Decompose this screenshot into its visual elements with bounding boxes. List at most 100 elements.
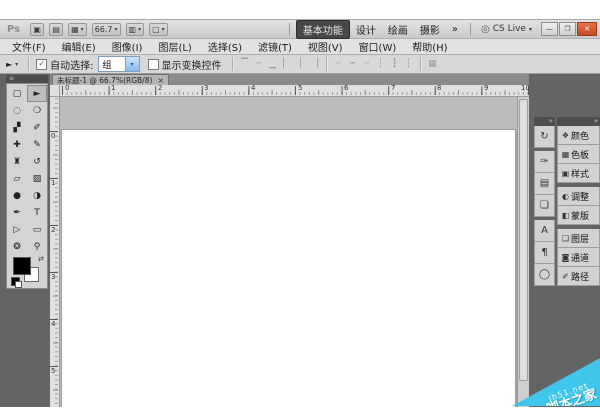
distribute-left-edges-icon[interactable]: ┆ [376,59,386,69]
close-button[interactable]: ✕ [577,22,597,36]
align-horizontal-centers-icon[interactable]: │ [296,59,306,69]
masks-panel-button[interactable]: ◧ 蒙版 [557,206,600,225]
mini-bridge-button[interactable]: ▤ [49,23,63,36]
menu-edit[interactable]: 编辑(E) [54,39,104,54]
cs-live-button[interactable]: ◎ CS Live ▾ [481,24,532,35]
distribute-top-edges-icon[interactable]: ┄ [334,59,344,69]
layers-panel-button[interactable]: ❏ 图层 [557,229,600,248]
brush-panel-icon[interactable]: ✑ [534,151,555,173]
toolbox-grip[interactable]: ≡ [6,75,48,83]
workspace-essentials-button[interactable]: 基本功能 [296,20,350,39]
align-top-edges-icon[interactable]: ▔ [240,59,250,69]
horizontal-ruler: 0 1 2 3 4 5 6 7 8 9 10 [60,85,529,97]
swatches-panel-button[interactable]: ▦ 色板 [557,145,600,164]
menu-layer[interactable]: 图层(L) [150,39,199,54]
minimize-button[interactable]: — [541,22,558,36]
dock-collapse-bar[interactable]: » [534,117,555,126]
auto-select-checkbox[interactable]: ✓ [36,59,47,70]
document-tab-bar: 未标题-1 @ 66.7%(RGB/8) × [50,74,529,85]
menu-file[interactable]: 文件(F) [4,39,54,54]
workspace-photography-button[interactable]: 摄影 [414,21,446,38]
tool-preset-button[interactable]: ► ▾ [6,60,18,69]
adjustments-panel-button[interactable]: ◐ 调整 [557,187,600,206]
paragraph-panel-icon[interactable]: ¶ [534,242,555,264]
chevron-down-icon: ▾ [115,26,118,33]
arrange-documents-button[interactable]: ▥▾ [126,23,145,36]
document-tab[interactable]: 未标题-1 @ 66.7%(RGB/8) × [52,74,169,85]
close-tab-icon[interactable]: × [157,76,164,85]
move-tool-icon[interactable]: ► [27,85,47,102]
show-transform-checkbox[interactable] [148,59,159,70]
brush-presets-panel-icon[interactable]: ▤ [534,173,555,195]
zoom-level-button[interactable]: 66.7▾ [92,23,121,36]
character-panel-icon[interactable]: A [534,220,555,242]
distribute-right-edges-icon[interactable]: ┆ [404,59,414,69]
align-right-edges-icon[interactable]: ▕ [310,59,320,69]
type-tool-icon[interactable]: T [27,204,47,221]
bridge-button[interactable]: ▣ [30,23,44,36]
align-vertical-centers-icon[interactable]: ─ [254,59,264,69]
menu-image[interactable]: 图像(I) [104,39,151,54]
menu-window[interactable]: 窗口(W) [351,39,405,54]
align-bottom-edges-icon[interactable]: ▁ [268,59,278,69]
eraser-tool-icon[interactable]: ▱ [7,170,27,187]
crop-tool-icon[interactable]: ▞ [7,119,27,136]
path-selection-tool-icon[interactable]: ▷ [7,221,27,238]
quick-selection-tool-icon[interactable]: ❍ [27,102,47,119]
blur-tool-icon[interactable]: ● [7,187,27,204]
document-viewport [60,97,517,407]
clone-stamp-tool-icon[interactable]: ♜ [7,153,27,170]
brush-tool-icon[interactable]: ✎ [27,136,47,153]
vertical-scrollbar[interactable] [517,97,529,407]
dock-collapse-bar[interactable]: » [557,117,600,126]
workspace-design-button[interactable]: 设计 [350,21,382,38]
history-panel-icon[interactable]: ↻ [534,126,555,148]
scrollbar-thumb[interactable] [519,99,528,381]
document-canvas[interactable] [62,130,515,407]
layer-comps-panel-icon[interactable]: ❏ [534,195,555,217]
menu-select[interactable]: 选择(S) [200,39,250,54]
foreground-color-swatch[interactable] [13,257,31,275]
screen-mode-button[interactable]: ▢▾ [149,23,168,36]
menu-view[interactable]: 视图(V) [300,39,351,54]
panel-label: 样式 [571,167,589,180]
auto-align-layers-icon[interactable]: ▦ [428,59,438,69]
default-colors-icon[interactable] [11,277,20,286]
color-panel-button[interactable]: ❖ 颜色 [557,126,600,145]
distribute-vertical-centers-icon[interactable]: ┅ [348,59,358,69]
dodge-tool-icon[interactable]: ◑ [27,187,47,204]
align-left-edges-icon[interactable]: ▏ [282,59,292,69]
chevron-down-icon: ▾ [138,26,141,33]
swap-colors-icon[interactable]: ⇄ [38,255,44,263]
view-extras-button[interactable]: ▦▾ [68,23,87,36]
gradient-tool-icon[interactable]: ▨ [27,170,47,187]
paths-panel-button[interactable]: ✐ 路径 [557,267,600,286]
distribute-horizontal-centers-icon[interactable]: ┇ [390,59,400,69]
spot-healing-brush-tool-icon[interactable]: ✚ [7,136,27,153]
ruler-number: 1 [51,180,55,187]
auto-select-dropdown[interactable]: 组 ▾ [98,56,140,72]
chevron-down-icon: ▾ [529,26,532,33]
hand-tool-icon[interactable]: ❂ [7,238,27,255]
styles-panel-button[interactable]: ▣ 样式 [557,164,600,183]
menu-filter[interactable]: 滤镜(T) [250,39,300,54]
lasso-tool-icon[interactable]: ◌ [7,102,27,119]
restore-button[interactable]: ❐ [559,22,576,36]
watermark-text: jb51.net 脚本之家 [543,380,599,418]
zoom-tool-icon[interactable]: ⚲ [27,238,47,255]
eyedropper-tool-icon[interactable]: ✐ [27,119,47,136]
ruler-corner [50,85,60,97]
chevron-down-icon: ▾ [81,26,84,33]
pen-tool-icon[interactable]: ✒ [7,204,27,221]
workspace-overflow-button[interactable]: » [446,23,464,36]
menu-help[interactable]: 帮助(H) [404,39,455,54]
panel-label: 色板 [571,148,589,161]
history-brush-tool-icon[interactable]: ↺ [27,153,47,170]
channels-panel-button[interactable]: ◙ 通道 [557,248,600,267]
rectangular-marquee-tool-icon[interactable]: ▢ [7,85,27,102]
panel-label: 路径 [571,270,589,283]
workspace-painting-button[interactable]: 绘画 [382,21,414,38]
rectangle-tool-icon[interactable]: ▭ [27,221,47,238]
clone-source-panel-icon[interactable]: ◯ [534,264,555,286]
distribute-bottom-edges-icon[interactable]: ┄ [362,59,372,69]
